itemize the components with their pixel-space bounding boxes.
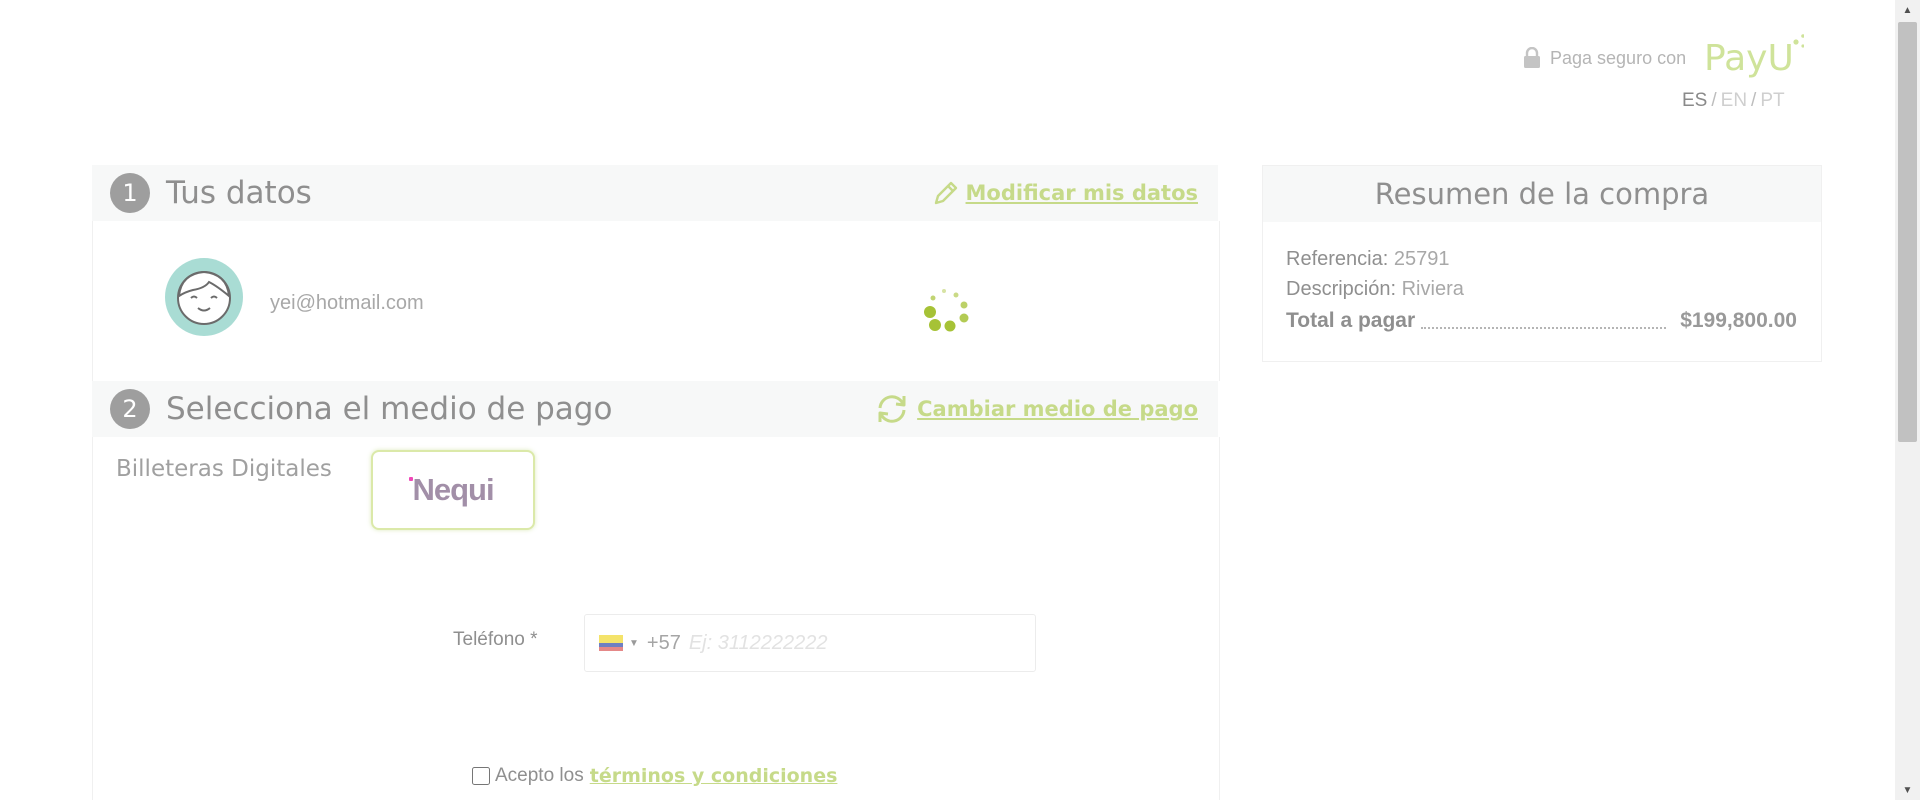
reference-value: 25791 xyxy=(1393,248,1450,270)
phone-label: Teléfono * xyxy=(453,629,538,650)
lang-en[interactable]: EN xyxy=(1721,90,1747,111)
nequi-dot-icon xyxy=(409,477,414,481)
section-title: Selecciona el medio de pago xyxy=(166,391,613,427)
terms-row: Acepto los términos y condiciones xyxy=(472,765,837,787)
terms-link[interactable]: términos y condiciones xyxy=(590,765,838,787)
lang-pt[interactable]: PT xyxy=(1760,90,1784,111)
summary-title: Resumen de la compra xyxy=(1263,166,1821,222)
payu-logo-mark: PayU xyxy=(1704,34,1805,79)
phone-input[interactable] xyxy=(686,630,991,656)
step-number: 1 xyxy=(110,173,150,213)
vertical-scrollbar[interactable]: ▲ ▼ xyxy=(1895,0,1920,800)
scroll-down-arrow-icon[interactable]: ▼ xyxy=(1895,780,1920,800)
lang-es[interactable]: ES xyxy=(1682,90,1707,111)
change-payment-method-link[interactable]: Cambiar medio de pago xyxy=(873,392,1198,426)
your-data-panel xyxy=(92,221,1220,381)
reference-label: Referencia: xyxy=(1286,248,1389,270)
nequi-logo-text: Nequi xyxy=(412,472,494,507)
chevron-down-icon[interactable]: ▼ xyxy=(629,638,639,649)
dial-code: +57 xyxy=(646,631,681,654)
step-number: 2 xyxy=(110,389,150,429)
secure-text: Paga seguro con xyxy=(1550,47,1687,68)
payu-logo: PayU xyxy=(1704,32,1805,84)
refresh-icon xyxy=(878,395,906,423)
total-amount: $199,800.00 xyxy=(1680,309,1797,332)
summary-reference: Referencia: 25791 xyxy=(1286,248,1449,271)
nequi-logo: Nequi xyxy=(409,472,495,508)
section-payment-method-header: 2 Selecciona el medio de pago Cambiar me… xyxy=(92,381,1218,437)
user-face-icon xyxy=(177,270,231,325)
total-label: Total a pagar xyxy=(1286,309,1416,332)
secure-payment-badge: Paga seguro con PayU xyxy=(1522,32,1805,84)
summary-total: Total a pagar $199,800.00 xyxy=(1286,309,1797,333)
nequi-option-button[interactable]: Nequi xyxy=(371,450,535,530)
scrollbar-thumb[interactable] xyxy=(1898,22,1917,442)
terms-prefix: Acepto los xyxy=(495,765,584,786)
dotted-leader xyxy=(1421,313,1667,329)
lock-icon xyxy=(1524,47,1540,68)
digital-wallets-label: Billeteras Digitales xyxy=(116,456,332,482)
description-value: Riviera xyxy=(1401,278,1464,300)
summary-description: Descripción: Riviera xyxy=(1286,278,1464,301)
phone-field: ▼ +57 xyxy=(584,614,1036,672)
user-email: yei@hotmail.com xyxy=(270,292,424,314)
scroll-up-arrow-icon[interactable]: ▲ xyxy=(1895,0,1920,20)
pencil-icon xyxy=(934,181,957,205)
avatar xyxy=(165,258,243,336)
purchase-summary: Resumen de la compra Referencia: 25791 D… xyxy=(1262,165,1822,362)
colombia-flag-icon[interactable] xyxy=(599,635,623,651)
lang-separator: / xyxy=(1711,90,1717,111)
section-your-data-header: 1 Tus datos Modificar mis datos xyxy=(92,165,1218,221)
lang-separator: / xyxy=(1751,90,1757,111)
terms-checkbox[interactable] xyxy=(472,767,490,785)
change-payment-method-label: Cambiar medio de pago xyxy=(917,397,1198,421)
loading-spinner-icon xyxy=(924,289,969,332)
modify-data-link[interactable]: Modificar mis datos xyxy=(932,179,1198,207)
payu-logo-pay: PayU xyxy=(1704,38,1794,79)
modify-data-label: Modificar mis datos xyxy=(965,181,1198,205)
language-switcher: ES / EN / PT xyxy=(1682,90,1785,112)
description-label: Descripción: xyxy=(1286,278,1397,300)
section-title: Tus datos xyxy=(166,175,312,211)
